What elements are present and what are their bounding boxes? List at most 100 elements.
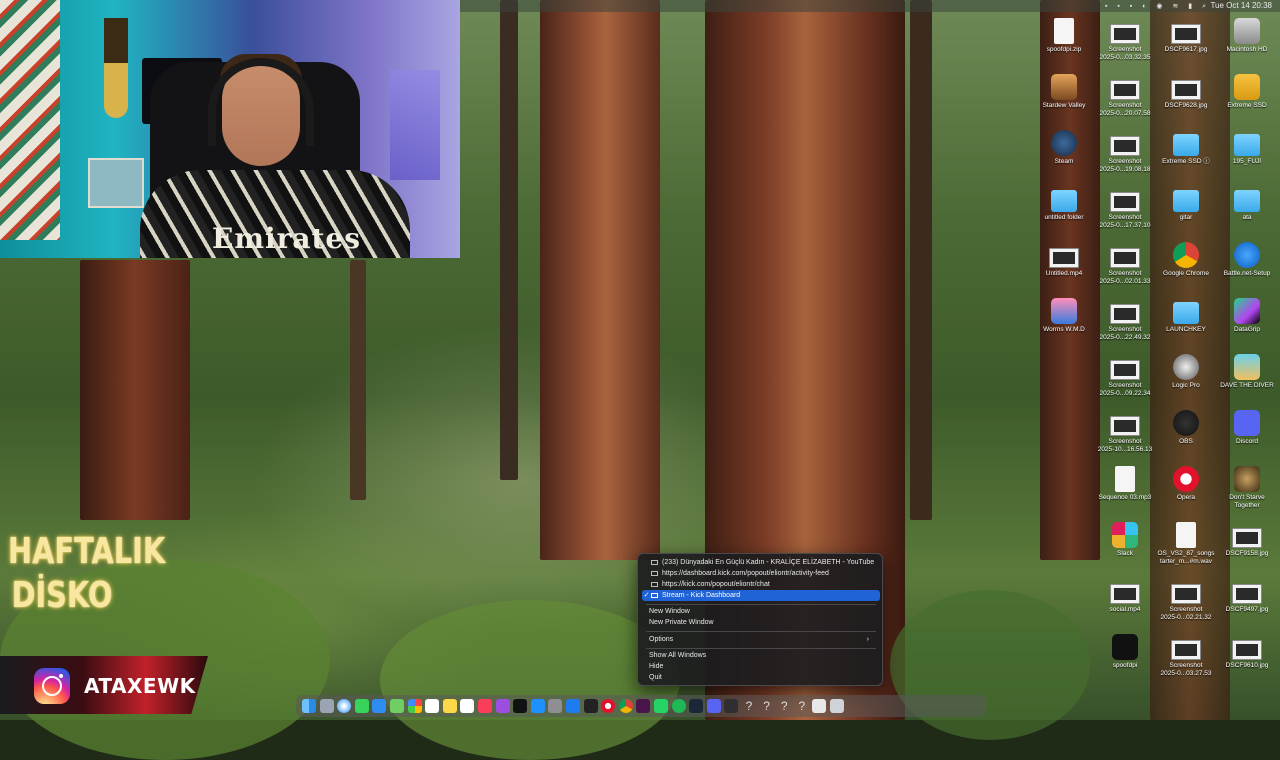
dock-spotify-icon[interactable] bbox=[671, 699, 686, 713]
desktop-icon-label: DataGrip bbox=[1233, 326, 1260, 333]
desktop-icon[interactable]: Sequence 03.mp3 bbox=[1095, 466, 1155, 502]
lamp bbox=[390, 70, 440, 180]
desktop-icon[interactable]: gitar bbox=[1156, 186, 1216, 222]
dock-xcode-icon[interactable] bbox=[566, 699, 580, 713]
desktop-icon[interactable]: Screenshot 2025-0...19.08.18 bbox=[1095, 130, 1155, 174]
dock-settings-icon[interactable] bbox=[548, 699, 563, 713]
dock-unknown-icon[interactable]: ? bbox=[760, 699, 774, 713]
menu-window-item[interactable]: https://dashboard.kick.com/popout/eliont… bbox=[642, 568, 880, 579]
dock-whatsapp-icon[interactable] bbox=[654, 699, 668, 713]
dock-mail-icon[interactable] bbox=[372, 699, 387, 713]
desktop-icon[interactable]: spoofdpi.zip bbox=[1034, 18, 1094, 54]
dock-finder-icon[interactable] bbox=[302, 699, 316, 713]
menu-window-item[interactable]: (233) Dünyadaki En Güçlü Kadın - KRALİÇE… bbox=[642, 557, 880, 568]
menu-window-item[interactable]: https://kick.com/popout/eliontr/chat bbox=[642, 579, 880, 590]
desktop-icon[interactable]: DSCF9610.jpg bbox=[1217, 634, 1277, 670]
desktop-icon[interactable]: DSCF9617.jpg bbox=[1156, 18, 1216, 54]
desktop-icon[interactable]: Don't Starve Together bbox=[1217, 466, 1277, 510]
desktop-icon[interactable]: Screenshot 2025-0...03.32.35 bbox=[1095, 18, 1155, 62]
dock-terminal-icon[interactable] bbox=[583, 699, 598, 713]
dock-notes-icon[interactable] bbox=[442, 699, 457, 713]
dock-photos-icon[interactable] bbox=[407, 699, 422, 713]
menu-bar-clock[interactable]: Tue Oct 14 20:38 bbox=[1210, 1, 1272, 10]
desktop-icon[interactable]: Screenshot 2025-0...17.37.10 bbox=[1095, 186, 1155, 230]
desktop-icon[interactable]: Google Chrome bbox=[1156, 242, 1216, 278]
dock-safari-icon[interactable] bbox=[337, 699, 352, 713]
desktop-icon[interactable]: untitled folder bbox=[1034, 186, 1094, 222]
desktop-icon[interactable]: Screenshot 2025-0...03.27.53 bbox=[1156, 634, 1216, 678]
dock-launchpad-icon[interactable] bbox=[319, 699, 334, 713]
status-icons[interactable]: ▪ ▪ ▪ ◐ ◉ ≋ ▮ ⌕ bbox=[1105, 2, 1210, 11]
desktop-icon[interactable]: Screenshot 2025-0...09.22.34 bbox=[1095, 354, 1155, 398]
desktop-icon[interactable]: Extreme SSD bbox=[1217, 74, 1277, 110]
wall-poster bbox=[0, 0, 60, 240]
dock-reminders-icon[interactable] bbox=[460, 699, 475, 713]
dock-preview-icon[interactable] bbox=[812, 699, 827, 713]
dock-podcasts-icon[interactable] bbox=[495, 699, 510, 713]
options-label: Options bbox=[649, 636, 674, 643]
menu-separator bbox=[646, 604, 876, 605]
dock-chrome-icon[interactable] bbox=[618, 699, 633, 713]
dock-unknown-icon[interactable]: ? bbox=[742, 699, 756, 713]
desktop-icon[interactable]: Macintosh HD bbox=[1217, 18, 1277, 54]
desktop-icon[interactable]: DAVE THE DIVER bbox=[1217, 354, 1277, 390]
desktop-icon[interactable]: OS_VS2_87_songs tarter_m...#m.wav bbox=[1156, 522, 1216, 566]
desktop-icon[interactable]: Extreme SSD ⓘ bbox=[1156, 130, 1216, 166]
desktop-icon[interactable]: 195_FUJI bbox=[1217, 130, 1277, 166]
dock-steam-icon[interactable] bbox=[689, 699, 704, 713]
dock-tv-icon[interactable] bbox=[513, 699, 528, 713]
desktop-icon[interactable]: Screenshot 2025-0...02.21.32 bbox=[1156, 578, 1216, 622]
desktop-icon[interactable]: Screenshot 2025-0...20.07.58 bbox=[1095, 74, 1155, 118]
desktop-icon[interactable]: Opera bbox=[1156, 466, 1216, 502]
desktop-icon[interactable]: DSCF9497.jpg bbox=[1217, 578, 1277, 614]
dock-unknown-icon[interactable]: ? bbox=[777, 699, 791, 713]
dock-maps-icon[interactable] bbox=[390, 699, 404, 713]
desktop-icon[interactable]: Slack bbox=[1095, 522, 1155, 558]
show-all-windows-item[interactable]: Show All Windows bbox=[649, 650, 706, 661]
desktop-icon[interactable]: ata bbox=[1217, 186, 1277, 222]
desktop-icon-label: LAUNCHKEY bbox=[1166, 326, 1206, 333]
hide-item[interactable]: Hide bbox=[649, 661, 663, 672]
desktop-icon[interactable]: Untitled.mp4 bbox=[1034, 242, 1094, 278]
desktop-icon[interactable]: LAUNCHKEY bbox=[1156, 298, 1216, 334]
terminal-icon bbox=[1112, 634, 1138, 660]
hard-drive-icon bbox=[1234, 18, 1260, 44]
discord-icon bbox=[1234, 410, 1260, 436]
desktop-icon[interactable]: spoofdpi bbox=[1095, 634, 1155, 670]
desktop-icon[interactable]: Screenshot 2025-10...16.56.13 bbox=[1095, 410, 1155, 454]
dock-appstore-icon[interactable] bbox=[530, 699, 545, 713]
desktop-icon[interactable]: DSCF9628.jpg bbox=[1156, 74, 1216, 110]
dock-unknown-icon[interactable]: ? bbox=[795, 699, 809, 713]
window-icon bbox=[651, 581, 658, 587]
desktop-icon-label: Screenshot 2025-0...22.49.32 bbox=[1099, 326, 1151, 341]
dock-opera-icon[interactable] bbox=[601, 699, 616, 713]
dock-discord-icon[interactable] bbox=[706, 699, 721, 713]
options-item[interactable]: Options › bbox=[649, 634, 877, 645]
new-private-window-item[interactable]: New Private Window bbox=[649, 617, 714, 628]
quit-item[interactable]: Quit bbox=[649, 672, 662, 683]
dock-messages-icon[interactable] bbox=[354, 699, 369, 713]
desktop-icon[interactable]: DataGrip bbox=[1217, 298, 1277, 334]
desktop-icon[interactable]: Worms W.M.D bbox=[1034, 298, 1094, 334]
dock-obs-icon[interactable] bbox=[724, 699, 739, 713]
desktop-icon-label: Google Chrome bbox=[1163, 270, 1209, 277]
desktop-icon[interactable]: Battle.net-Setup bbox=[1217, 242, 1277, 278]
menu-window-item-selected[interactable]: ✓ Stream - Kick Dashboard bbox=[642, 590, 880, 601]
window-icon bbox=[651, 570, 658, 576]
desktop-icon[interactable]: Discord bbox=[1217, 410, 1277, 446]
new-window-item[interactable]: New Window bbox=[649, 606, 690, 617]
window-icon bbox=[651, 592, 658, 598]
dock-music-icon[interactable] bbox=[478, 699, 492, 713]
dock-calendar-icon[interactable] bbox=[425, 699, 440, 713]
desktop-icon[interactable]: Logic Pro bbox=[1156, 354, 1216, 390]
desktop-icon[interactable]: Screenshot 2025-0...02.01.33 bbox=[1095, 242, 1155, 286]
dock-slack-icon[interactable] bbox=[636, 699, 651, 713]
desktop-icon[interactable]: Steam bbox=[1034, 130, 1094, 166]
dock-trash-icon[interactable] bbox=[830, 699, 844, 713]
desktop-icon[interactable]: OBS bbox=[1156, 410, 1216, 446]
dock-context-menu: (233) Dünyadaki En Güçlü Kadın - KRALİÇE… bbox=[637, 553, 883, 686]
desktop-icon[interactable]: social.mp4 bbox=[1095, 578, 1155, 614]
desktop-icon[interactable]: Stardew Valley bbox=[1034, 74, 1094, 110]
desktop-icon[interactable]: Screenshot 2025-0...22.49.32 bbox=[1095, 298, 1155, 342]
desktop-icon[interactable]: DSCF9158.jpg bbox=[1217, 522, 1277, 558]
